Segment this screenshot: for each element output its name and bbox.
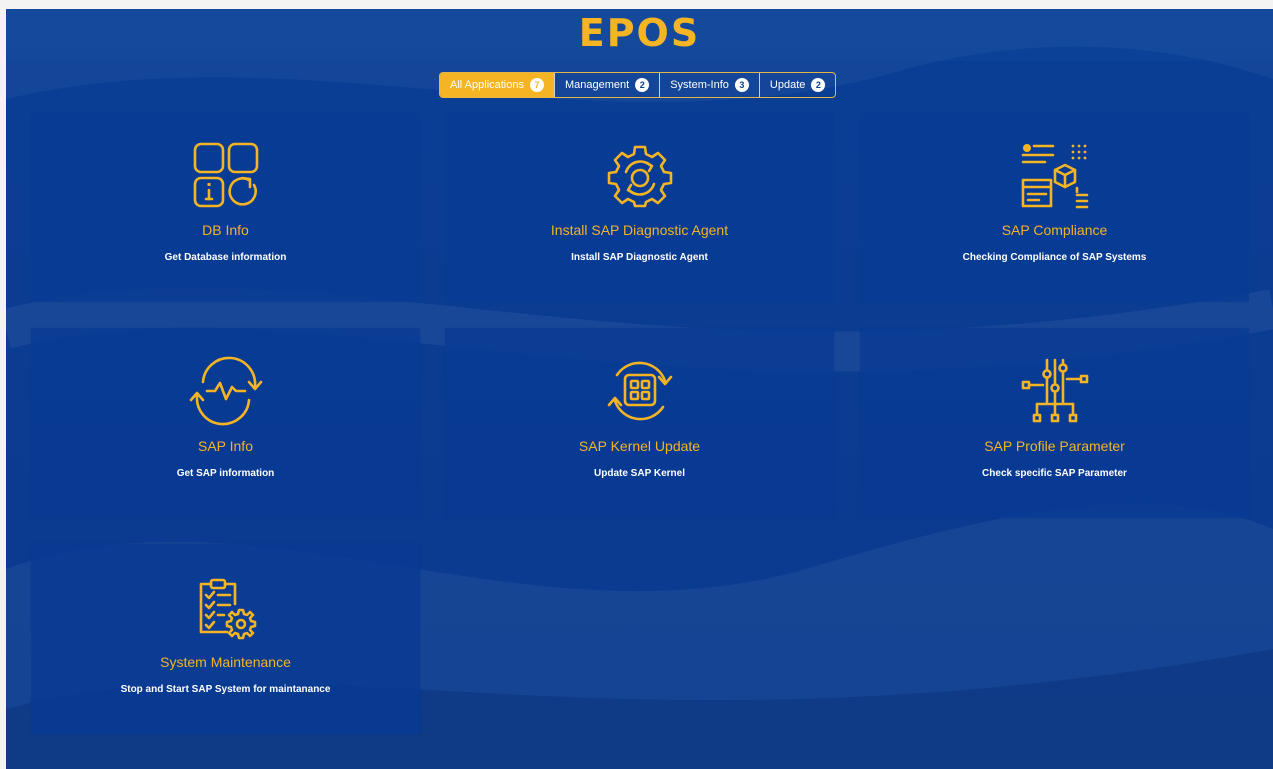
tab-label: Management xyxy=(565,79,630,91)
compliance-icon xyxy=(860,140,1249,210)
card-system-maintenance[interactable]: System Maintenance Stop and Start SAP Sy… xyxy=(31,544,420,734)
card-description: Update SAP Kernel xyxy=(594,468,685,479)
count-badge: 2 xyxy=(635,78,650,92)
card-description: Get Database information xyxy=(164,252,287,263)
tab-update[interactable]: Update 2 xyxy=(758,73,835,97)
card-sap-compliance[interactable]: SAP Compliance Checking Compliance of SA… xyxy=(860,112,1249,302)
tab-management[interactable]: Management 2 xyxy=(554,73,659,97)
count-badge: 3 xyxy=(734,78,749,92)
count-badge: 2 xyxy=(811,78,826,92)
card-title: System Maintenance xyxy=(160,654,291,670)
card-description: Get SAP information xyxy=(176,468,275,479)
tab-system-info[interactable]: System-Info 3 xyxy=(659,73,759,97)
card-title: SAP Compliance xyxy=(1001,222,1108,238)
card-sap-profile-parameter[interactable]: SAP Profile Parameter Check specific SAP… xyxy=(860,328,1249,518)
card-description: Install SAP Diagnostic Agent xyxy=(571,252,708,263)
card-title: DB Info xyxy=(202,222,249,238)
card-title: Install SAP Diagnostic Agent xyxy=(550,222,729,238)
card-db-info[interactable]: DB Info Get Database information xyxy=(31,112,420,302)
app-frame: EPOS All Applications 7 Management 2 Sys… xyxy=(6,9,1273,769)
category-tabs: All Applications 7 Management 2 System-I… xyxy=(439,72,837,98)
tab-all-applications[interactable]: All Applications 7 xyxy=(440,73,554,97)
gear-icon xyxy=(445,140,834,210)
card-sap-info[interactable]: SAP Info Get SAP information xyxy=(31,328,420,518)
card-title: SAP Info xyxy=(197,438,253,454)
card-sap-kernel-update[interactable]: SAP Kernel Update Update SAP Kernel xyxy=(445,328,834,518)
tab-label: System-Info xyxy=(670,79,729,91)
epos-logo: EPOS xyxy=(578,11,701,55)
card-description: Stop and Start SAP System for maintananc… xyxy=(120,684,331,695)
card-description: Check specific SAP Parameter xyxy=(982,468,1127,479)
card-title: SAP Kernel Update xyxy=(578,438,701,454)
database-info-icon xyxy=(31,140,420,210)
chip-refresh-icon xyxy=(445,356,834,426)
card-title: SAP Profile Parameter xyxy=(984,438,1125,454)
card-description: Checking Compliance of SAP Systems xyxy=(962,252,1147,263)
tab-label: All Applications xyxy=(450,79,524,91)
parameter-sliders-icon xyxy=(860,356,1249,426)
tab-label: Update xyxy=(769,79,806,91)
pulse-cycle-icon xyxy=(31,356,420,426)
card-install-sap-diagnostic-agent[interactable]: Install SAP Diagnostic Agent Install SAP… xyxy=(445,112,834,302)
clipboard-gear-icon xyxy=(31,572,420,642)
count-badge: 7 xyxy=(530,78,544,92)
